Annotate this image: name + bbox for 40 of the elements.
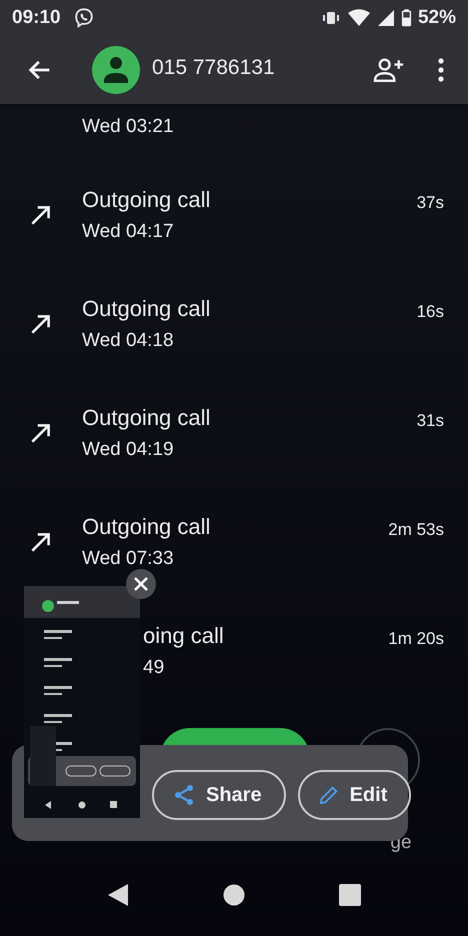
call-entry[interactable]: Outgoing call Wed 04:19 31s [0,381,468,490]
battery-icon [400,8,412,28]
call-entry[interactable]: Outgoing call Wed 07:33 2m 53s [0,490,468,599]
call-type: Outgoing call [82,186,212,212]
call-duration: 16s [416,302,444,322]
battery-percent: 52% [418,7,456,29]
call-duration: 37s [416,193,444,213]
call-time: Wed 04:18 [82,330,175,352]
screenshot-preview-drawing[interactable] [24,586,140,818]
call-entry[interactable]: oing call 49 1m 20s [0,599,468,708]
call-time: Wed 03:21 [82,116,174,137]
call-entry[interactable]: Outgoing call Wed 04:18 16s [0,272,468,381]
vibrate-icon [320,10,341,26]
call-type: Outgoing call [82,404,212,430]
home-icon[interactable] [223,884,245,906]
share-icon [172,783,196,807]
contact-avatar-icon [92,46,140,94]
contact-number: 015 7786131 [152,56,275,80]
share-button[interactable]: Share [152,770,286,820]
phone-bubble-icon [72,7,95,29]
call-duration: 1m 20s [388,629,444,649]
call-type: Outgoing call [82,514,212,540]
pencil-icon [318,784,340,806]
more-options-icon[interactable] [438,58,444,82]
signal-icon [376,9,395,27]
close-icon[interactable] [126,569,156,599]
call-entry[interactable]: Outgoing call Wed 04:17 37s [0,163,468,272]
wifi-icon [346,9,371,27]
add-contact-icon[interactable] [372,57,406,83]
call-time: Wed 04:17 [82,220,175,242]
call-duration: 31s [416,411,444,431]
call-time: Wed 04:19 [82,438,175,460]
edit-button[interactable]: Edit [298,770,412,820]
call-time: Wed 07:33 [82,548,175,570]
back-icon[interactable] [107,883,129,907]
call-duration: 2m 53s [388,520,444,540]
call-type: Outgoing call [82,296,212,322]
call-time: 49 [143,656,166,678]
call-type: oing call [143,622,225,648]
status-time: 09:10 [12,7,61,29]
